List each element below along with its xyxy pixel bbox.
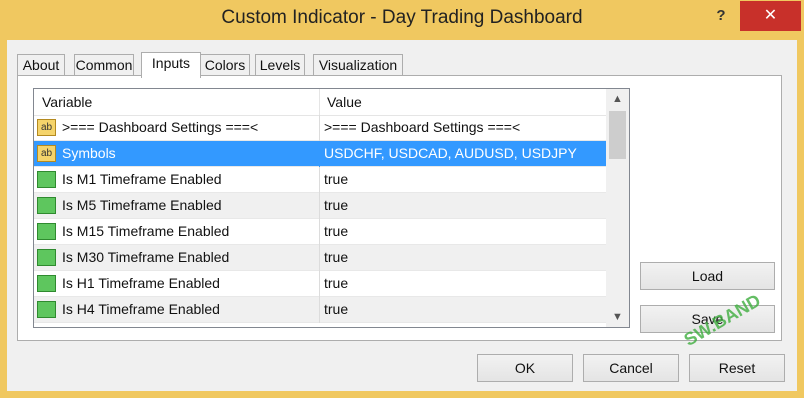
bool-param-icon — [37, 197, 56, 214]
bool-param-icon — [37, 275, 56, 292]
grid-row[interactable]: Is M30 Timeframe Enabled true — [34, 245, 606, 271]
row-variable: Is M5 Timeframe Enabled — [62, 197, 222, 213]
row-variable: >=== Dashboard Settings ===< — [62, 119, 259, 135]
row-variable: Is M30 Timeframe Enabled — [62, 249, 230, 265]
scroll-down-icon[interactable]: ▼ — [606, 307, 629, 327]
row-variable: Is M15 Timeframe Enabled — [62, 223, 230, 239]
tab-common[interactable]: Common — [74, 54, 134, 76]
dialog-window: Custom Indicator - Day Trading Dashboard… — [0, 0, 804, 398]
string-param-icon: ab — [37, 145, 56, 162]
row-value[interactable]: true — [324, 171, 348, 187]
tab-visualization[interactable]: Visualization — [313, 54, 403, 76]
bool-param-icon — [37, 301, 56, 318]
reset-button[interactable]: Reset — [689, 354, 785, 382]
grid-row[interactable]: Is M15 Timeframe Enabled true — [34, 219, 606, 245]
tab-levels[interactable]: Levels — [255, 54, 305, 76]
close-button[interactable]: ✕ — [740, 1, 801, 31]
grid-row[interactable]: ab >=== Dashboard Settings ===< >=== Das… — [34, 115, 606, 141]
column-header-variable[interactable]: Variable — [42, 94, 92, 110]
title-bar[interactable]: Custom Indicator - Day Trading Dashboard… — [0, 0, 804, 40]
bool-param-icon — [37, 171, 56, 188]
grid-row-selected[interactable]: ab Symbols USDCHF, USDCAD, AUDUSD, USDJP… — [34, 141, 606, 167]
vertical-scrollbar[interactable]: ▲ ▼ — [606, 89, 629, 327]
scroll-thumb[interactable] — [609, 111, 626, 159]
row-value[interactable]: true — [324, 197, 348, 213]
row-variable: Is H4 Timeframe Enabled — [62, 301, 220, 317]
row-value[interactable]: >=== Dashboard Settings ===< — [324, 119, 520, 135]
grid-header: Variable Value — [34, 89, 614, 116]
inputs-grid: Variable Value ab >=== Dashboard Setting… — [33, 88, 630, 328]
inputs-panel: Variable Value ab >=== Dashboard Setting… — [17, 75, 782, 341]
tab-inputs[interactable]: Inputs — [141, 52, 201, 78]
tab-about[interactable]: About — [17, 54, 65, 76]
row-value[interactable]: true — [324, 275, 348, 291]
row-value[interactable]: true — [324, 301, 348, 317]
bool-param-icon — [37, 223, 56, 240]
scroll-up-icon[interactable]: ▲ — [606, 89, 629, 109]
row-variable: Is H1 Timeframe Enabled — [62, 275, 220, 291]
grid-row[interactable]: Is M5 Timeframe Enabled true — [34, 193, 606, 219]
tab-colors[interactable]: Colors — [200, 54, 250, 76]
row-variable: Is M1 Timeframe Enabled — [62, 171, 222, 187]
column-divider[interactable] — [319, 89, 320, 115]
grid-row[interactable]: Is H4 Timeframe Enabled true — [34, 297, 606, 323]
cancel-button[interactable]: Cancel — [583, 354, 679, 382]
load-button[interactable]: Load — [640, 262, 775, 290]
column-header-value[interactable]: Value — [327, 94, 362, 110]
dialog-client: About Common Inputs Colors Levels Visual… — [7, 40, 797, 391]
string-param-icon: ab — [37, 119, 56, 136]
help-button[interactable]: ? — [706, 4, 736, 28]
grid-row[interactable]: Is M1 Timeframe Enabled true — [34, 167, 606, 193]
row-variable: Symbols — [62, 145, 116, 161]
row-value[interactable]: USDCHF, USDCAD, AUDUSD, USDJPY — [324, 145, 577, 161]
grid-row[interactable]: Is H1 Timeframe Enabled true — [34, 271, 606, 297]
bool-param-icon — [37, 249, 56, 266]
row-value[interactable]: true — [324, 249, 348, 265]
window-title: Custom Indicator - Day Trading Dashboard — [221, 7, 583, 28]
ok-button[interactable]: OK — [477, 354, 573, 382]
row-value[interactable]: true — [324, 223, 348, 239]
